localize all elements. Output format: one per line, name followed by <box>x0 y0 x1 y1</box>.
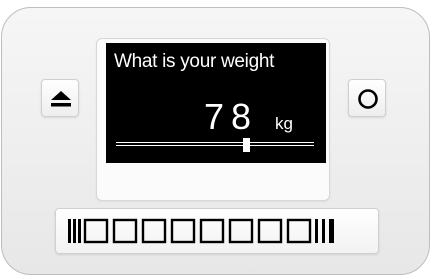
slider-track <box>116 142 314 146</box>
scale-box <box>170 218 196 244</box>
scale-bar <box>68 219 71 243</box>
scale-box <box>83 218 109 244</box>
weight-unit: kg <box>275 114 293 133</box>
scale-bar <box>315 219 318 243</box>
scale-box <box>228 218 254 244</box>
scale-bar <box>329 219 334 243</box>
eject-icon <box>51 91 71 112</box>
scale-bar <box>322 219 325 243</box>
circle-icon <box>357 88 379 115</box>
scale-bar <box>78 219 81 243</box>
scale-bar <box>73 219 76 243</box>
scale-box <box>199 218 225 244</box>
scale-box <box>257 218 283 244</box>
display-screen: What is your weight 78 kg <box>106 43 326 163</box>
circle-button[interactable] <box>348 79 386 117</box>
slider-thumb[interactable] <box>243 138 251 152</box>
eject-button[interactable] <box>41 79 79 117</box>
scale-box <box>141 218 167 244</box>
scale-box <box>112 218 138 244</box>
scale-indicator[interactable] <box>55 208 379 254</box>
weight-value: 78 <box>204 96 259 137</box>
prompt-text: What is your weight <box>114 51 275 72</box>
scale-box <box>286 218 312 244</box>
scale-marks <box>68 218 334 244</box>
